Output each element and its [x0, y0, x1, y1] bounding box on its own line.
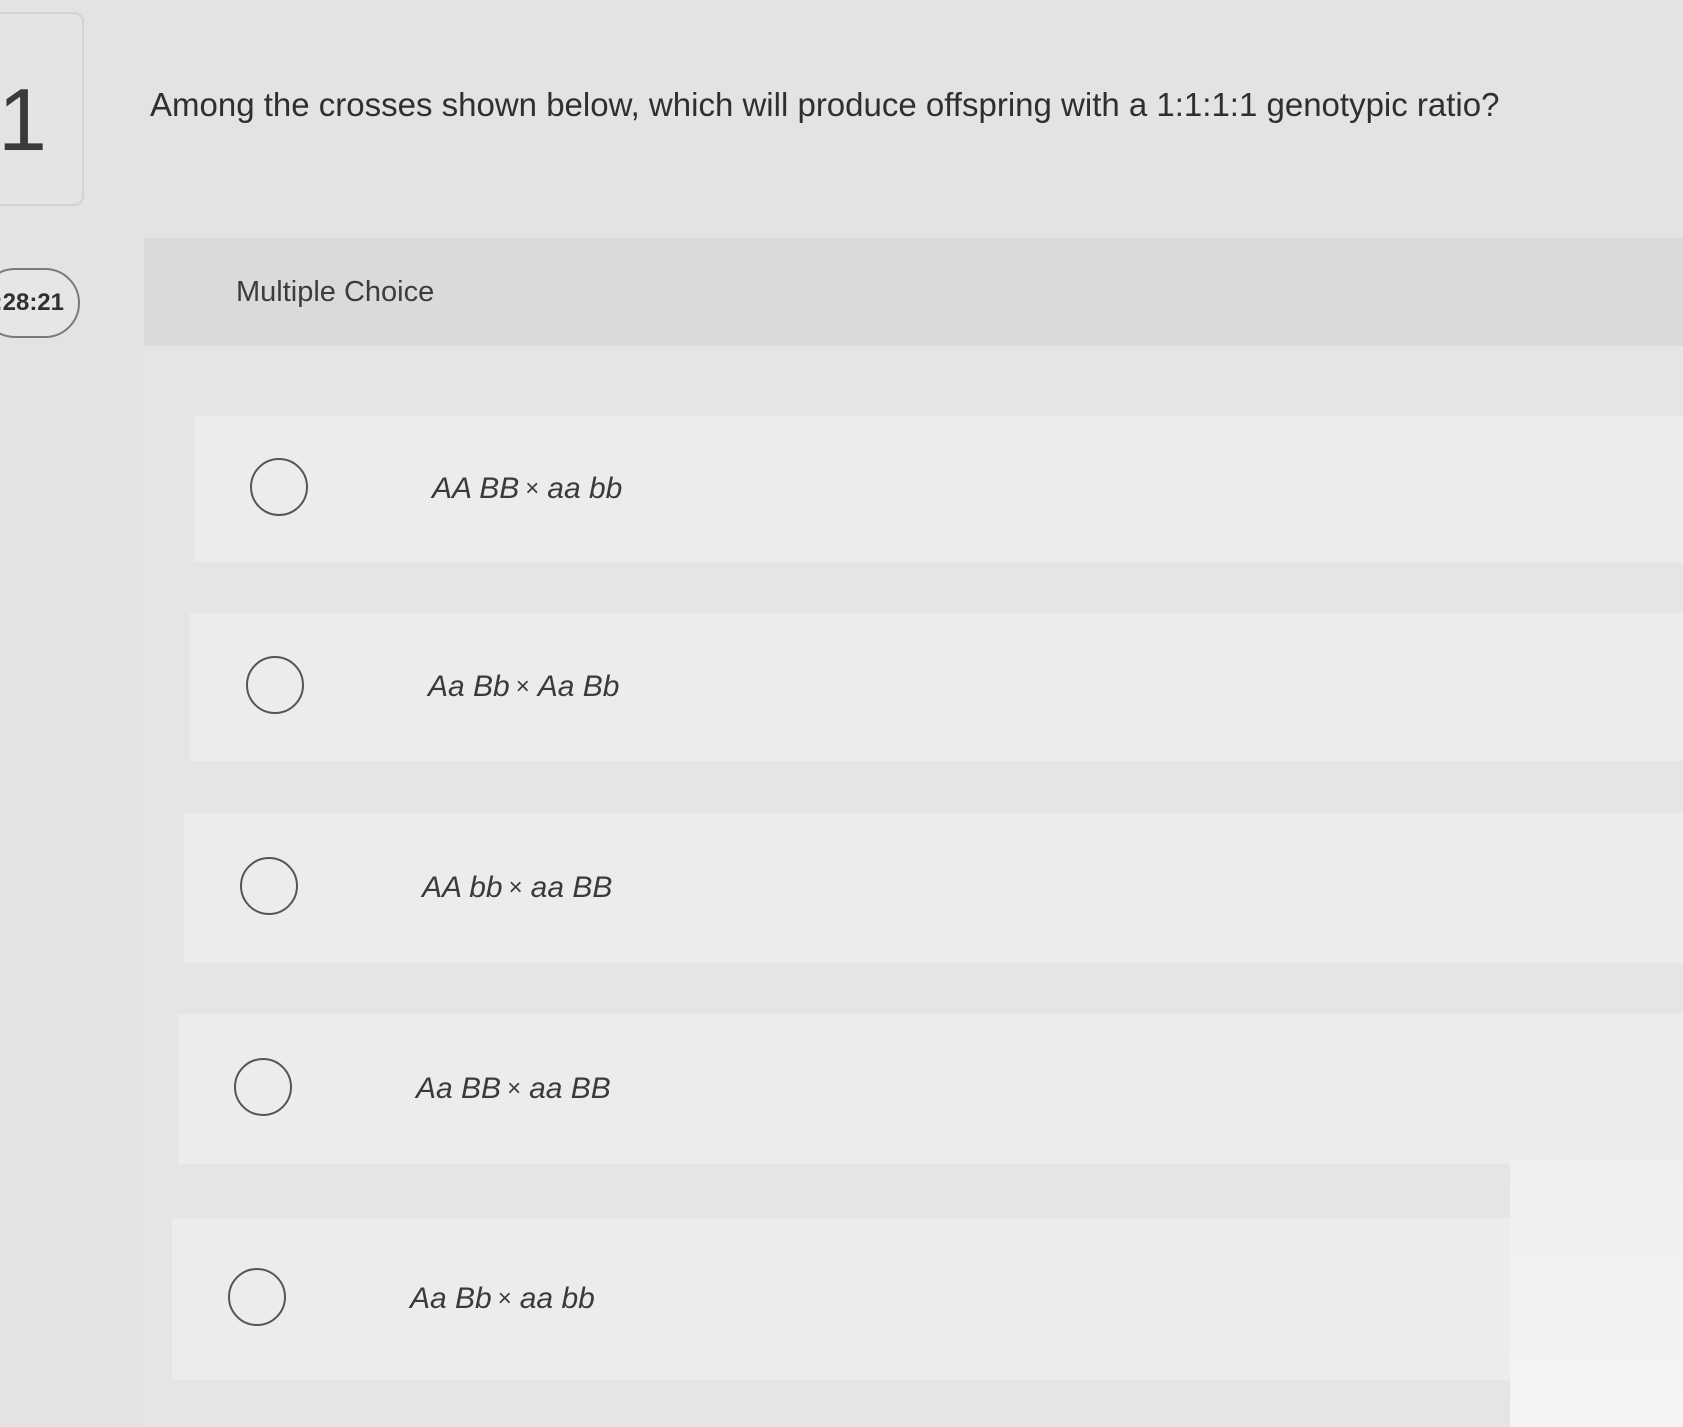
- screen-glare: [1510, 1160, 1683, 1427]
- answer-option-5[interactable]: Aa Bb × aa bb: [172, 1218, 1683, 1380]
- radio-button[interactable]: [228, 1268, 286, 1326]
- cross-parent-2: aa BB: [530, 871, 613, 904]
- cross-parent-2: aa bb: [547, 472, 623, 505]
- times-symbol: ×: [508, 874, 523, 901]
- times-symbol: ×: [525, 475, 540, 502]
- cross-parent-1: Aa BB: [416, 1072, 502, 1105]
- radio-button[interactable]: [234, 1058, 292, 1116]
- answer-option-label: Aa Bb × Aa Bb: [428, 670, 619, 704]
- multiple-choice-panel: Multiple Choice AA BB × aa bb Aa Bb × Aa Bb …: [144, 238, 1683, 1427]
- question-number-box: 1: [0, 12, 84, 206]
- answer-option-1[interactable]: AA BB × aa bb: [194, 416, 1683, 562]
- cross-parent-2: aa BB: [529, 1072, 611, 1105]
- cross-parent-2: Aa Bb: [537, 670, 620, 703]
- question-prompt: Among the crosses shown below, which wil…: [150, 86, 1500, 123]
- multiple-choice-header: Multiple Choice: [144, 238, 1683, 346]
- answer-option-label: AA BB × aa bb: [432, 472, 622, 506]
- times-symbol: ×: [507, 1075, 522, 1102]
- answer-option-label: Aa BB × aa BB: [416, 1072, 611, 1106]
- radio-button[interactable]: [240, 857, 298, 915]
- radio-button[interactable]: [246, 656, 304, 714]
- answer-option-3[interactable]: AA bb × aa BB: [184, 813, 1683, 963]
- cross-parent-2: aa bb: [519, 1282, 595, 1315]
- cross-parent-1: AA BB: [432, 472, 520, 505]
- cross-parent-1: Aa Bb: [410, 1282, 492, 1315]
- times-symbol: ×: [515, 673, 530, 700]
- times-symbol: ×: [497, 1285, 512, 1312]
- answer-option-4[interactable]: Aa BB × aa BB: [178, 1014, 1683, 1164]
- timer: :28:21: [0, 268, 80, 338]
- question-number: 1: [0, 70, 47, 169]
- cross-parent-1: Aa Bb: [428, 670, 510, 703]
- radio-button[interactable]: [250, 458, 308, 516]
- answer-option-label: AA bb × aa BB: [422, 871, 612, 905]
- answer-option-2[interactable]: Aa Bb × Aa Bb: [190, 613, 1683, 761]
- cross-parent-1: AA bb: [422, 871, 503, 904]
- multiple-choice-title: Multiple Choice: [236, 276, 435, 308]
- answer-option-label: Aa Bb × aa bb: [410, 1282, 595, 1316]
